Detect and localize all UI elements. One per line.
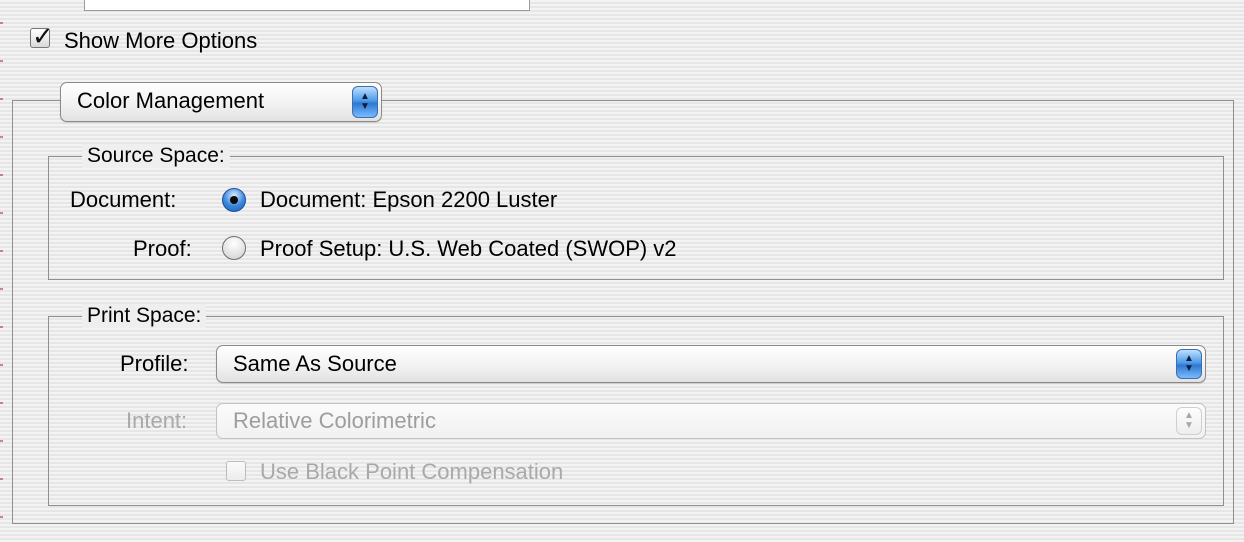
up-down-arrows-icon: ▲ ▼ — [1176, 407, 1202, 435]
source-space-title: Source Space: — [82, 144, 230, 168]
text-field-partial — [84, 0, 530, 11]
document-row-label: Document: — [70, 187, 177, 212]
profile-popup-button[interactable]: Same As Source ▲ ▼ — [216, 345, 1206, 383]
proof-row-label: Proof: — [133, 236, 192, 261]
show-more-options-label[interactable]: Show More Options — [64, 28, 257, 54]
profile-label: Profile: — [120, 351, 189, 376]
radio-dot-icon — [230, 196, 238, 204]
print-space-title: Print Space: — [82, 304, 207, 328]
intent-label: Intent: — [126, 408, 188, 433]
section-popup-button[interactable]: Color Management ▲ ▼ — [60, 82, 382, 122]
document-radio[interactable] — [222, 188, 246, 212]
intent-popup-value: Relative Colorimetric — [233, 408, 436, 433]
black-point-compensation-label[interactable]: Use Black Point Compensation — [260, 459, 563, 485]
intent-popup-button[interactable]: Relative Colorimetric ▲ ▼ — [216, 403, 1206, 439]
profile-popup-value: Same As Source — [233, 351, 397, 376]
proof-radio[interactable] — [222, 236, 246, 260]
up-down-arrows-icon: ▲ ▼ — [1176, 349, 1202, 379]
window-edge-marks — [0, 0, 3, 542]
section-popup-value: Color Management — [77, 88, 265, 113]
show-more-options-checkbox[interactable]: ✓ — [30, 23, 54, 49]
document-option-label[interactable]: Document: Epson 2200 Luster — [260, 187, 557, 213]
black-point-compensation-checkbox[interactable] — [226, 461, 246, 481]
checkmark-icon: ✓ — [32, 21, 54, 51]
up-down-arrows-icon: ▲ ▼ — [352, 86, 378, 118]
proof-option-label[interactable]: Proof Setup: U.S. Web Coated (SWOP) v2 — [260, 236, 677, 262]
